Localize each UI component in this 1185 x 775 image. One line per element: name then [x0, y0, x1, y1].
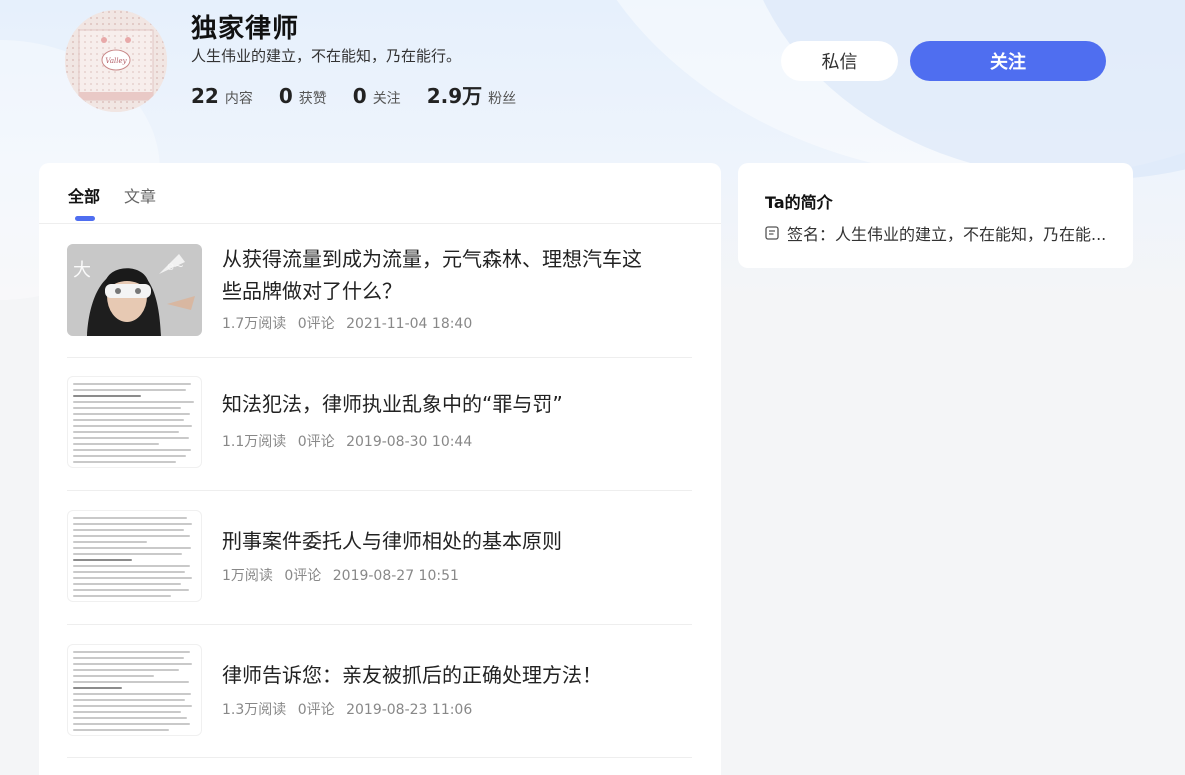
follow-button[interactable]: 关注 — [910, 41, 1106, 81]
article-item[interactable]: 律师告诉您：亲友被抓后的正确处理方法！ 1.3万阅读 0评论 2019-08-2… — [67, 625, 692, 758]
article-title[interactable]: 知法犯法，律师执业乱象中的“罪与罚” — [222, 388, 652, 420]
article-time: 2019-08-30 10:44 — [346, 434, 473, 450]
article-time: 2019-08-27 10:51 — [332, 568, 459, 584]
article-comments: 0评论 — [284, 568, 322, 584]
stat-value: 22 — [191, 84, 219, 108]
tab-all[interactable]: 全部 — [68, 183, 100, 207]
article-meta: 1.1万阅读 0评论 2019-08-30 10:44 — [222, 431, 479, 451]
article-item[interactable]: 知法犯法，律师执业乱象中的“罪与罚” 1.1万阅读 0评论 2019-08-30… — [67, 358, 692, 491]
svg-text:Valley: Valley — [105, 57, 127, 65]
profile-name: 独家律师 — [191, 14, 300, 44]
document-thumbnail-icon — [67, 644, 202, 736]
article-item[interactable]: 刑事案件委托人与律师相处的基本原则 1万阅读 0评论 2019-08-27 10… — [67, 491, 692, 625]
intro-signature-text: 签名：人生伟业的建立，不在能知，乃在能... — [787, 225, 1107, 244]
photo-thumbnail-icon: 大 e~ — [67, 244, 202, 336]
article-title[interactable]: 从获得流量到成为流量，元气森林、理想汽车这些品牌做对了什么？ — [222, 243, 652, 307]
stat-value: 2.9万 — [426, 84, 483, 108]
stat-label: 内容 — [224, 91, 253, 107]
stat-label: 获赞 — [298, 91, 327, 107]
stat-label: 关注 — [372, 91, 401, 107]
article-reads: 1.3万阅读 — [222, 702, 287, 718]
tab-active-indicator — [75, 216, 95, 221]
tab-bar: 全部 文章 — [39, 163, 721, 224]
article-time: 2019-08-23 11:06 — [346, 702, 473, 718]
article-reads: 1.7万阅读 — [222, 316, 287, 332]
article-title[interactable]: 律师告诉您：亲友被抓后的正确处理方法！ — [222, 659, 652, 691]
message-button[interactable]: 私信 — [781, 41, 898, 81]
stat-following[interactable]: 0 关注 — [353, 84, 401, 108]
article-meta: 1.7万阅读 0评论 2021-11-04 18:40 — [222, 313, 479, 333]
svg-text:大: 大 — [73, 260, 91, 281]
intro-card: Ta的简介 签名：人生伟业的建立，不在能知，乃在能... — [738, 163, 1133, 268]
article-time: 2021-11-04 18:40 — [346, 316, 473, 332]
article-reads: 1万阅读 — [222, 568, 273, 584]
note-icon — [765, 226, 779, 240]
article-comments: 0评论 — [297, 702, 335, 718]
stat-content[interactable]: 22 内容 — [191, 84, 253, 108]
tab-articles[interactable]: 文章 — [124, 183, 156, 207]
document-thumbnail-icon — [67, 510, 202, 602]
article-meta: 1.3万阅读 0评论 2019-08-23 11:06 — [222, 699, 479, 719]
stat-likes: 0 获赞 — [279, 84, 327, 108]
profile-signature: 人生伟业的建立，不在能知，乃在能行。 — [191, 47, 462, 65]
article-title[interactable]: 刑事案件委托人与律师相处的基本原则 — [222, 525, 652, 557]
stat-value: 0 — [278, 84, 293, 108]
article-comments: 0评论 — [297, 316, 335, 332]
stat-fans[interactable]: 2.9万 粉丝 — [427, 80, 516, 109]
article-comments: 0评论 — [297, 434, 335, 450]
stat-value: 0 — [352, 84, 367, 108]
svg-text:e~: e~ — [167, 259, 184, 273]
profile-stats: 22 内容 0 获赞 0 关注 2.9万 粉丝 — [191, 80, 542, 109]
intro-signature: 签名：人生伟业的建立，不在能知，乃在能... — [765, 221, 1106, 245]
article-meta: 1万阅读 0评论 2019-08-27 10:51 — [222, 565, 466, 585]
article-reads: 1.1万阅读 — [222, 434, 287, 450]
content-card: 全部 文章 大 e~ 从获得流量到成为流量，元气森林、理想汽车这些品牌做对了什么… — [39, 163, 721, 775]
avatar[interactable]: Valley — [65, 10, 167, 112]
intro-title: Ta的简介 — [765, 193, 833, 212]
article-item[interactable]: 大 e~ 从获得流量到成为流量，元气森林、理想汽车这些品牌做对了什么？ 1.7万… — [67, 225, 692, 358]
stat-label: 粉丝 — [488, 91, 517, 107]
document-thumbnail-icon — [67, 376, 202, 468]
